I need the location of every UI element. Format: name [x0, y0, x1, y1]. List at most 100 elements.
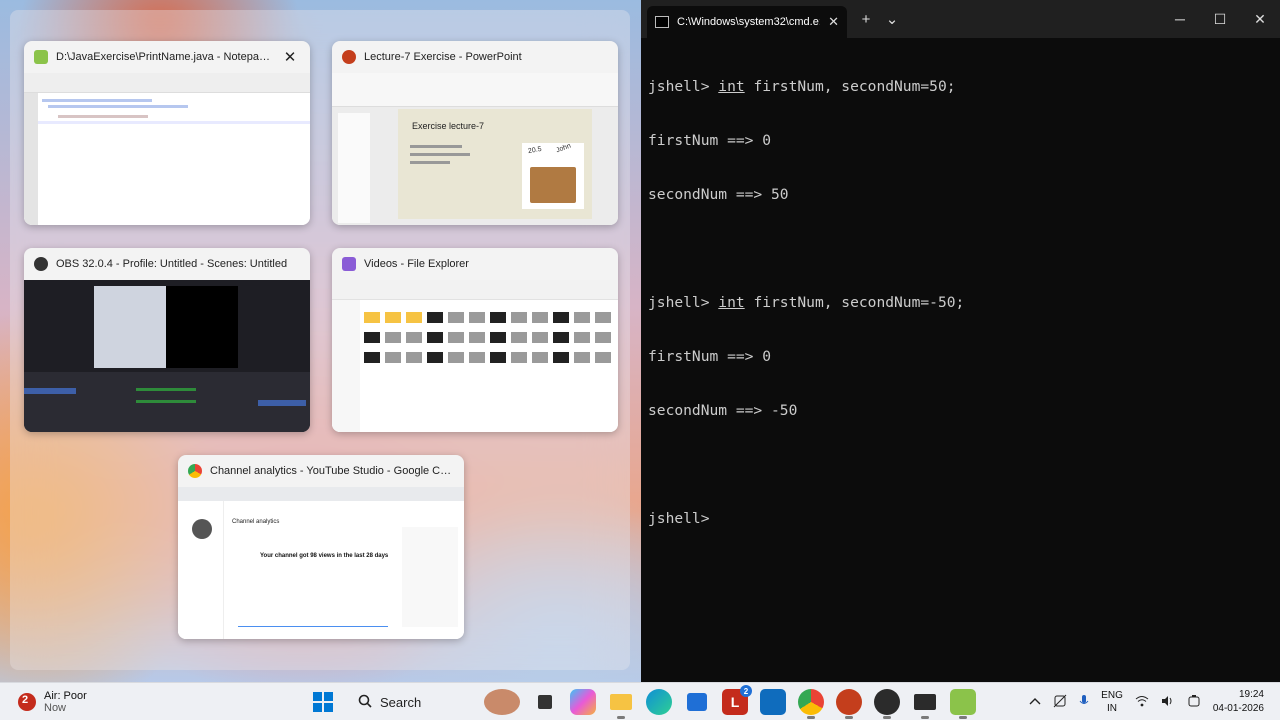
- widgets-icon[interactable]: [484, 689, 520, 715]
- explorer-file-tile: [469, 332, 485, 343]
- obs-taskbar-icon[interactable]: [874, 689, 900, 719]
- obs-preview: [24, 280, 310, 432]
- explorer-file-tile: [448, 312, 464, 323]
- terminal-line: jshell> int firstNum, secondNum=50;: [648, 78, 956, 95]
- snap-window-chrome[interactable]: Channel analytics - YouTube Studio - Goo…: [178, 455, 464, 639]
- close-icon[interactable]: ✕: [280, 47, 300, 67]
- powerpoint-taskbar-icon[interactable]: [836, 689, 862, 719]
- explorer-file-tile: [532, 332, 548, 343]
- window-title: Videos - File Explorer: [364, 258, 469, 270]
- explorer-file-tile: [427, 352, 443, 363]
- explorer-file-tile: [469, 312, 485, 323]
- explorer-file-tile: [490, 312, 506, 323]
- chrome-icon: [188, 464, 202, 478]
- explorer-preview: [332, 280, 618, 432]
- notepadpp-icon: [34, 50, 48, 64]
- language-indicator[interactable]: ENG IN: [1101, 689, 1123, 715]
- notepadpp-taskbar-icon[interactable]: [950, 689, 976, 719]
- terminal-window[interactable]: C:\Windows\system32\cmd.e: ✕ + ⌄ ─ ☐ ✕ j…: [641, 0, 1280, 682]
- explorer-file-tile: [469, 352, 485, 363]
- terminal-tab[interactable]: C:\Windows\system32\cmd.e: ✕: [647, 6, 847, 38]
- battery-icon[interactable]: [1187, 694, 1201, 711]
- edge-icon[interactable]: [646, 689, 672, 715]
- explorer-file-tile: [511, 332, 527, 343]
- snap-window-obs[interactable]: OBS 32.0.4 - Profile: Untitled - Scenes:…: [24, 248, 310, 432]
- window-title: Lecture-7 Exercise - PowerPoint: [364, 51, 522, 63]
- taskbar-apps: Search L 2: [310, 685, 976, 719]
- obs-icon: [34, 257, 48, 271]
- explorer-file-tile: [427, 312, 443, 323]
- taskbar-search[interactable]: Search: [348, 687, 472, 717]
- terminal-tabbar: C:\Windows\system32\cmd.e: ✕ + ⌄ ─ ☐ ✕: [641, 0, 1280, 38]
- store-icon[interactable]: [684, 689, 710, 715]
- explorer-file-tile: [364, 332, 380, 343]
- weather-widget[interactable]: Air: Poor Now: [18, 690, 87, 714]
- explorer-file-tile: [511, 352, 527, 363]
- search-label: Search: [380, 694, 422, 710]
- explorer-file-tile: [553, 352, 569, 363]
- ppt-slide-title: Exercise lecture-7: [412, 121, 485, 131]
- terminal-output[interactable]: jshell> int firstNum, secondNum=50; firs…: [641, 38, 1280, 568]
- file-explorer-icon[interactable]: [608, 689, 634, 719]
- chrome-taskbar-icon[interactable]: [798, 689, 824, 719]
- explorer-file-tile: [595, 332, 611, 343]
- clock[interactable]: 19:24 04-01-2026: [1213, 688, 1264, 716]
- chevron-up-icon[interactable]: [1029, 697, 1041, 708]
- close-button[interactable]: ✕: [1240, 0, 1280, 38]
- explorer-file-tile: [406, 332, 422, 343]
- yt-heading: Channel analytics: [232, 519, 280, 525]
- explorer-file-tile: [595, 352, 611, 363]
- new-tab-button[interactable]: +: [853, 11, 879, 28]
- folder-icon: [342, 257, 356, 271]
- explorer-file-tile: [553, 312, 569, 323]
- volume-icon[interactable]: [1161, 695, 1175, 710]
- snap-window-file-explorer[interactable]: Videos - File Explorer: [332, 248, 618, 432]
- maximize-button[interactable]: ☐: [1200, 0, 1240, 38]
- window-title: D:\JavaExercise\PrintName.java - Notepad…: [56, 51, 272, 63]
- microphone-icon[interactable]: [1079, 694, 1089, 711]
- tab-dropdown-icon[interactable]: ⌄: [879, 10, 905, 28]
- explorer-file-tile: [574, 332, 590, 343]
- terminal-line: firstNum ==> 0: [648, 348, 772, 365]
- system-tray: ENG IN 19:24 04-01-2026: [1029, 683, 1280, 720]
- notepadpp-preview: [24, 73, 310, 225]
- search-icon: [358, 694, 372, 711]
- notification-badge: 2: [740, 685, 752, 697]
- copilot-icon[interactable]: [570, 689, 596, 715]
- terminal-line: secondNum ==> 50: [648, 186, 789, 203]
- weather-title: Air: Poor: [44, 689, 87, 702]
- explorer-file-tile: [490, 332, 506, 343]
- terminal-line: jshell> int firstNum, secondNum=-50;: [648, 294, 965, 311]
- powerpoint-icon: [342, 50, 356, 64]
- weather-subtitle: Now: [44, 701, 67, 714]
- explorer-file-tile: [385, 332, 401, 343]
- snap-window-notepadpp[interactable]: D:\JavaExercise\PrintName.java - Notepad…: [24, 41, 310, 225]
- chrome-preview: Channel analytics Your channel got 98 vi…: [178, 487, 464, 639]
- start-button[interactable]: [310, 689, 336, 715]
- explorer-file-tile: [406, 312, 422, 323]
- location-off-icon[interactable]: [1053, 694, 1067, 711]
- task-view-icon[interactable]: [532, 689, 558, 715]
- explorer-file-tile: [448, 352, 464, 363]
- close-tab-icon[interactable]: ✕: [828, 14, 839, 30]
- wifi-icon[interactable]: [1135, 695, 1149, 710]
- ppt-label-value: 20.5: [527, 145, 543, 156]
- window-title: OBS 32.0.4 - Profile: Untitled - Scenes:…: [56, 258, 288, 270]
- taskbar: Air: Poor Now Search L 2: [0, 682, 1280, 720]
- explorer-file-tile: [595, 312, 611, 323]
- explorer-file-tile: [448, 332, 464, 343]
- terminal-taskbar-icon[interactable]: [912, 689, 938, 719]
- cmd-icon: [655, 16, 669, 28]
- explorer-file-tile: [532, 312, 548, 323]
- outlook-icon[interactable]: [760, 689, 786, 715]
- snap-window-powerpoint[interactable]: Lecture-7 Exercise - PowerPoint Exercise…: [332, 41, 618, 225]
- explorer-file-tile: [427, 332, 443, 343]
- lecture-app-icon[interactable]: L 2: [722, 685, 752, 715]
- explorer-file-tile: [364, 352, 380, 363]
- air-quality-icon: [18, 692, 36, 711]
- minimize-button[interactable]: ─: [1160, 0, 1200, 38]
- terminal-line: secondNum ==> -50: [648, 402, 798, 419]
- explorer-file-tile: [553, 332, 569, 343]
